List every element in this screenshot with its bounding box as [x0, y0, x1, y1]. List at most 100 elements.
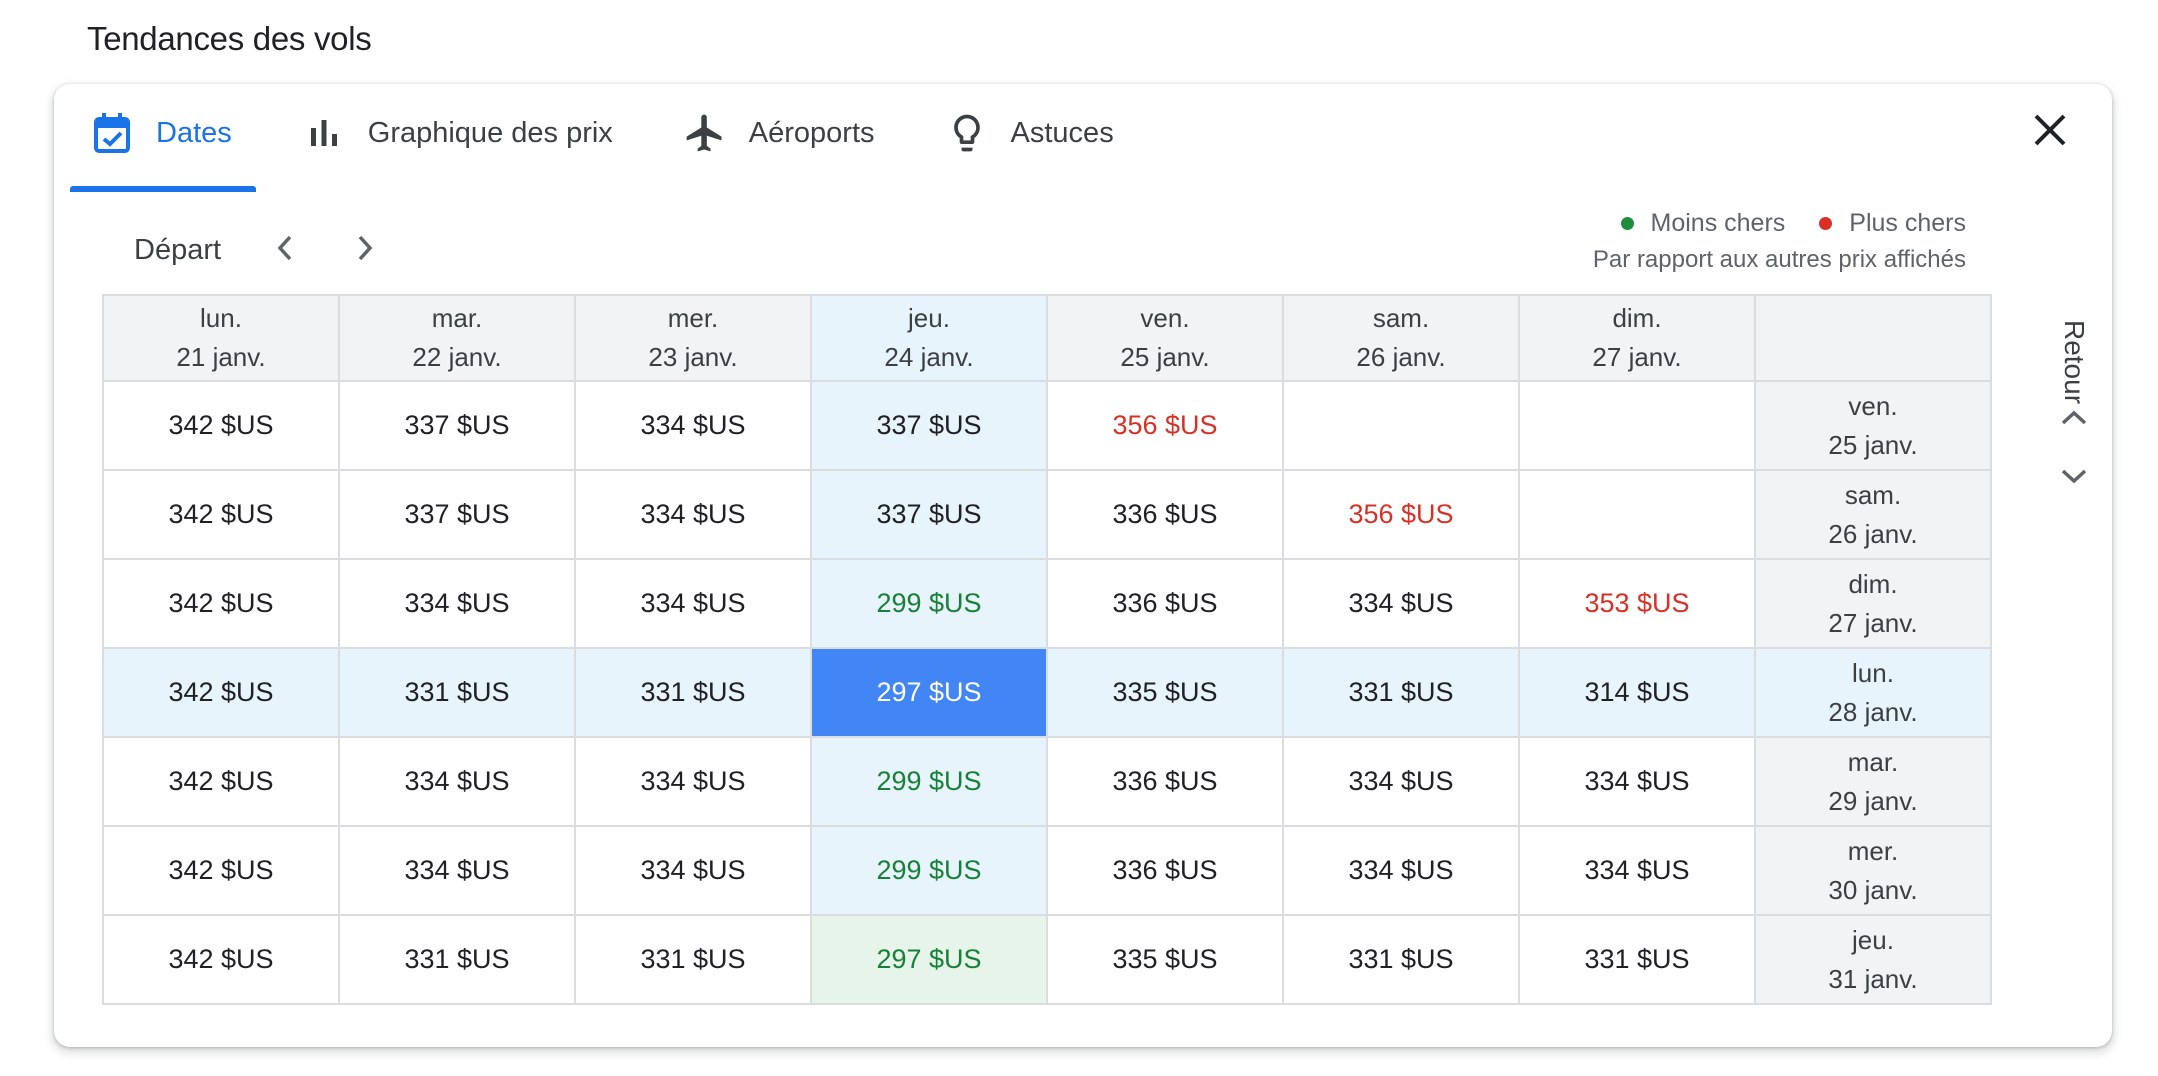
- page: Tendances des vols Dates Graphique des p…: [0, 0, 2158, 1076]
- tab-dates[interactable]: Dates: [70, 84, 256, 192]
- legend-cheap-label: Moins chers: [1650, 208, 1786, 237]
- price-cell[interactable]: 334 $US: [574, 469, 812, 560]
- price-cell[interactable]: 356 $US: [1046, 380, 1284, 471]
- tab-tips[interactable]: Astuces: [921, 84, 1138, 182]
- price-cell[interactable]: 331 $US: [1282, 647, 1520, 738]
- price-cell[interactable]: 331 $US: [1282, 914, 1520, 1005]
- depart-label: Départ: [134, 233, 222, 266]
- depart-column-header: jeu. 24 janv.: [810, 294, 1048, 382]
- price-cell[interactable]: 334 $US: [1518, 825, 1756, 916]
- row-day: lun.: [1852, 657, 1894, 688]
- price-legend: Moins chers Plus chers Par rapport aux a…: [1587, 202, 1966, 274]
- price-cell[interactable]: 331 $US: [574, 914, 812, 1005]
- price-cell[interactable]: 297 $US: [810, 647, 1048, 738]
- price-cell[interactable]: 334 $US: [574, 825, 812, 916]
- row-day: mar.: [1847, 746, 1899, 777]
- price-cell[interactable]: 342 $US: [102, 825, 340, 916]
- price-cell[interactable]: 342 $US: [102, 380, 340, 471]
- column-date: 27 janv.: [1592, 342, 1682, 372]
- price-cell[interactable]: 337 $US: [810, 469, 1048, 560]
- row-day: dim.: [1848, 568, 1898, 599]
- return-row-header: lun. 28 janv.: [1754, 647, 1992, 738]
- depart-navigator: Départ: [134, 215, 417, 285]
- return-date-row: 342 $US 337 $US 334 $US 337 $US 336 $US 356 $…: [102, 469, 1992, 560]
- price-cell[interactable]: 342 $US: [102, 647, 340, 738]
- depart-column-header: sam. 26 janv.: [1282, 294, 1520, 382]
- price-cell[interactable]: 334 $US: [1282, 558, 1520, 649]
- price-cell[interactable]: 334 $US: [1282, 736, 1520, 827]
- price-cell[interactable]: 334 $US: [338, 825, 576, 916]
- depart-column-header: lun. 21 janv.: [102, 294, 340, 382]
- price-cell[interactable]: 335 $US: [1046, 647, 1284, 738]
- return-date-row: 342 $US 334 $US 334 $US 299 $US 336 $US 334 $…: [102, 558, 1992, 649]
- return-date-row: 342 $US 331 $US 331 $US 297 $US 335 $US 331 $…: [102, 647, 1992, 738]
- price-cell[interactable]: 334 $US: [574, 380, 812, 471]
- column-day: sam.: [1372, 303, 1430, 333]
- price-cell[interactable]: 334 $US: [1282, 825, 1520, 916]
- retour-down-button[interactable]: [2046, 450, 2102, 506]
- row-date: 28 janv.: [1828, 696, 1918, 727]
- bar-chart-icon: [302, 111, 346, 155]
- tab-price-graph[interactable]: Graphique des prix: [278, 84, 637, 182]
- column-day: lun.: [200, 303, 242, 333]
- price-cell[interactable]: 336 $US: [1046, 736, 1284, 827]
- chevron-right-icon: [354, 233, 376, 268]
- column-date: 26 janv.: [1356, 342, 1446, 372]
- depart-next-button[interactable]: [337, 222, 393, 278]
- tab-price-graph-label: Graphique des prix: [367, 116, 613, 149]
- close-button[interactable]: [2024, 106, 2076, 158]
- column-date: 22 janv.: [412, 342, 502, 372]
- price-cell[interactable]: 337 $US: [810, 380, 1048, 471]
- airplane-icon: [683, 111, 727, 155]
- price-cell[interactable]: 336 $US: [1046, 825, 1284, 916]
- retour-up-button[interactable]: [2046, 392, 2102, 448]
- row-date: 25 janv.: [1828, 429, 1918, 460]
- price-cell: [1518, 380, 1756, 471]
- expensive-dot-icon: [1819, 216, 1833, 230]
- row-date: 31 janv.: [1828, 963, 1918, 994]
- tab-dates-label: Dates: [156, 116, 232, 149]
- lightbulb-icon: [945, 111, 989, 155]
- price-cell[interactable]: 331 $US: [338, 647, 576, 738]
- price-cell[interactable]: 342 $US: [102, 558, 340, 649]
- chevron-down-icon: [2059, 465, 2089, 492]
- price-cell[interactable]: 331 $US: [574, 647, 812, 738]
- return-date-row: 342 $US 337 $US 334 $US 337 $US 356 $US ven. 2…: [102, 380, 1992, 471]
- price-cell[interactable]: 297 $US: [810, 914, 1048, 1005]
- price-cell[interactable]: 353 $US: [1518, 558, 1756, 649]
- return-date-row: 342 $US 331 $US 331 $US 297 $US 335 $US 331 $…: [102, 914, 1992, 1005]
- depart-column-header: mer. 23 janv.: [574, 294, 812, 382]
- row-date: 26 janv.: [1828, 518, 1918, 549]
- price-cell[interactable]: 299 $US: [810, 825, 1048, 916]
- depart-column-header: dim. 27 janv.: [1518, 294, 1756, 382]
- depart-column-header: ven. 25 janv.: [1046, 294, 1284, 382]
- price-cell[interactable]: 335 $US: [1046, 914, 1284, 1005]
- price-cell[interactable]: 334 $US: [574, 736, 812, 827]
- price-cell[interactable]: 299 $US: [810, 558, 1048, 649]
- price-cell[interactable]: 331 $US: [1518, 914, 1756, 1005]
- column-date: 24 janv.: [884, 342, 974, 372]
- price-cell[interactable]: 299 $US: [810, 736, 1048, 827]
- price-cell[interactable]: 334 $US: [1518, 736, 1756, 827]
- row-date: 27 janv.: [1828, 607, 1918, 638]
- column-day: dim.: [1612, 303, 1662, 333]
- price-cell[interactable]: 334 $US: [338, 558, 576, 649]
- price-cell[interactable]: 342 $US: [102, 914, 340, 1005]
- return-row-header: jeu. 31 janv.: [1754, 914, 1992, 1005]
- column-day: jeu.: [908, 303, 950, 333]
- price-cell[interactable]: 342 $US: [102, 469, 340, 560]
- price-cell[interactable]: 334 $US: [574, 558, 812, 649]
- price-cell[interactable]: 337 $US: [338, 380, 576, 471]
- tab-airports[interactable]: Aéroports: [659, 84, 899, 182]
- price-cell[interactable]: 356 $US: [1282, 469, 1520, 560]
- price-cell[interactable]: 331 $US: [338, 914, 576, 1005]
- price-cell[interactable]: 314 $US: [1518, 647, 1756, 738]
- depart-prev-button[interactable]: [257, 222, 313, 278]
- price-cell[interactable]: 336 $US: [1046, 558, 1284, 649]
- price-cell[interactable]: 336 $US: [1046, 469, 1284, 560]
- depart-column-header: mar. 22 janv.: [338, 294, 576, 382]
- row-date: 29 janv.: [1828, 785, 1918, 816]
- price-cell[interactable]: 337 $US: [338, 469, 576, 560]
- price-cell[interactable]: 342 $US: [102, 736, 340, 827]
- price-cell[interactable]: 334 $US: [338, 736, 576, 827]
